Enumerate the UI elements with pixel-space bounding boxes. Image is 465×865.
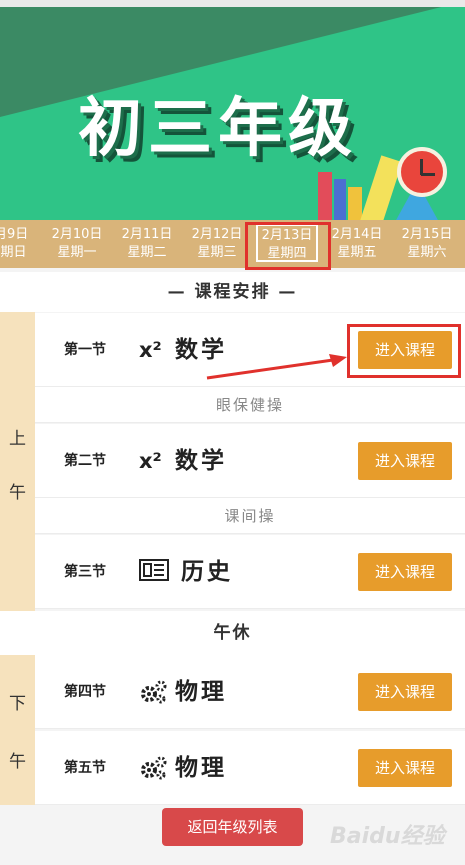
book-illustration (334, 179, 346, 220)
lesson-subject: 数学 (175, 448, 227, 474)
date-tab[interactable]: 2月15日 星期六 (392, 220, 462, 268)
physics-icon (139, 679, 169, 705)
lesson-number: 第三节 (64, 564, 106, 580)
book-illustration (318, 172, 332, 220)
afternoon-label: 下 午 (0, 655, 35, 805)
enter-course-button[interactable]: 进入课程 (358, 331, 452, 369)
date-tab-date: 2月14日 (331, 227, 383, 242)
lesson-row: 第二节 x² 数学 进入课程 (35, 424, 465, 498)
date-tab-date: 2月15日 (401, 227, 453, 242)
morning-label-char: 午 (9, 483, 26, 503)
break-label: 课间操 (35, 498, 465, 534)
lesson-subject: 数学 (175, 337, 227, 363)
break-label: 眼保健操 (35, 387, 465, 423)
date-tab-weekday: 星期二 (127, 245, 167, 260)
banner-title: 初三年级 (78, 92, 358, 166)
date-tab-weekday: 星期一 (57, 245, 97, 260)
top-strip (0, 0, 465, 7)
schedule-title: — 课程安排 — (0, 272, 465, 312)
math-icon: x² (139, 449, 162, 473)
date-tab[interactable]: 2月11日 星期二 (112, 220, 182, 268)
morning-label-char: 上 (9, 429, 26, 449)
lesson-number: 第四节 (64, 684, 106, 700)
date-tab-date: 2月13日 (261, 228, 313, 243)
watermark: Baidu经验 (330, 824, 445, 849)
lesson-row: 第三节 历史 进入课程 (35, 535, 465, 609)
selected-date-frame: 2月13日 星期四 (256, 224, 318, 262)
date-tab-date: 2月9日 (0, 227, 29, 242)
lesson-row: 第一节 x² 数学 进入课程 (35, 313, 465, 387)
date-tab-date: 2月12日 (191, 227, 243, 242)
physics-icon (139, 755, 169, 781)
lesson-subject: 物理 (175, 755, 227, 781)
enter-course-button[interactable]: 进入课程 (358, 749, 452, 787)
lesson-number: 第五节 (64, 760, 106, 776)
date-tab-selected[interactable]: 2月13日 星期四 (252, 220, 322, 268)
date-tab[interactable]: 2月10日 星期一 (42, 220, 112, 268)
lesson-number: 第二节 (64, 453, 106, 469)
date-tab-weekday: 星期日 (0, 245, 27, 260)
date-tab-date: 2月11日 (121, 227, 173, 242)
lesson-number: 第一节 (64, 342, 106, 358)
enter-course-button[interactable]: 进入课程 (358, 442, 452, 480)
date-tab[interactable]: 2月9日 星期日 (0, 220, 42, 268)
date-tab-weekday: 星期六 (407, 245, 447, 260)
back-to-grade-list-button[interactable]: 返回年级列表 (162, 808, 303, 846)
lesson-row: 第五节 物理 进入课程 (35, 731, 465, 805)
math-icon: x² (139, 338, 162, 362)
book-illustration (348, 187, 362, 220)
history-icon (139, 559, 169, 585)
date-tab-weekday: 星期三 (197, 245, 237, 260)
enter-course-button[interactable]: 进入课程 (358, 673, 452, 711)
date-tab-weekday: 星期五 (337, 245, 377, 260)
enter-course-button[interactable]: 进入课程 (358, 553, 452, 591)
date-tab-weekday: 星期四 (267, 246, 307, 261)
morning-label: 上 午 (0, 312, 35, 611)
noon-break-label: 午休 (0, 611, 465, 655)
lesson-subject: 物理 (175, 679, 227, 705)
date-tab[interactable]: 2月12日 星期三 (182, 220, 252, 268)
date-selector: 2月9日 星期日 2月10日 星期一 2月11日 星期二 2月12日 星期三 2… (0, 220, 465, 268)
date-tab-date: 2月10日 (51, 227, 103, 242)
clock-icon (397, 147, 447, 197)
afternoon-label-char: 午 (9, 752, 26, 772)
date-tab[interactable]: 2月14日 星期五 (322, 220, 392, 268)
grade-banner: 初三年级 (0, 7, 465, 220)
afternoon-label-char: 下 (9, 694, 26, 714)
lesson-subject: 历史 (181, 559, 233, 585)
lesson-row: 第四节 物理 进入课程 (35, 655, 465, 729)
